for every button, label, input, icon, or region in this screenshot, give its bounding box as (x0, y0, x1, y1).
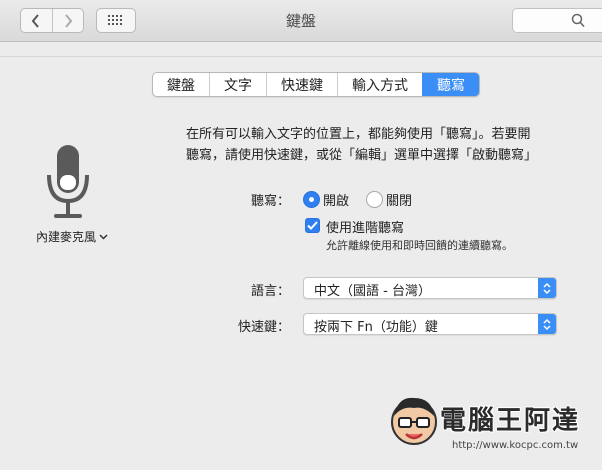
checkmark-icon (307, 221, 318, 230)
language-value: 中文（國語 - 台灣） (314, 284, 431, 299)
mic-source-menu[interactable]: 內建麥克風 (36, 228, 108, 245)
pane-divider (0, 56, 602, 57)
description-line-2: 聽寫，請使用快速鍵，或從「編輯」選單中選擇「啟動聽寫」 (186, 148, 538, 163)
window-toolbar: 鍵盤 (0, 0, 602, 42)
radio-on-label: 開啟 (323, 194, 350, 209)
language-label: 語言： (250, 284, 290, 299)
radio-off-indicator (366, 191, 383, 208)
search-icon (571, 13, 585, 32)
enhanced-dictation-hint: 允許離線使用和即時回饋的連續聽寫。 (326, 239, 513, 252)
watermark-url: http://www.kocpc.com.tw (452, 440, 579, 451)
dictation-description: 在所有可以輸入文字的位置上，都能夠使用「聽寫」。若要開 聽寫，請使用快速鍵，或從… (186, 124, 602, 166)
radio-on[interactable]: 開啟 (303, 190, 349, 209)
watermark-title: 電腦王阿達 (440, 406, 581, 436)
language-select[interactable]: 中文（國語 - 台灣） (303, 277, 557, 299)
tab-shortcuts[interactable]: 快速鍵 (266, 73, 337, 96)
radio-off[interactable]: 關閉 (366, 190, 412, 209)
shortcut-value: 按兩下 Fn（功能）鍵 (314, 320, 438, 335)
site-watermark: 電腦王阿達 http://www.kocpc.com.tw (388, 392, 598, 466)
tab-keyboard[interactable]: 鍵盤 (153, 73, 209, 96)
updown-arrows-icon (538, 314, 556, 334)
radio-on-indicator (303, 191, 320, 208)
microphone-icon (44, 145, 92, 225)
enhanced-dictation-checkbox[interactable] (305, 218, 320, 233)
shortcut-select[interactable]: 按兩下 Fn（功能）鍵 (303, 313, 557, 335)
search-field[interactable] (512, 8, 602, 33)
radio-off-label: 關閉 (386, 194, 413, 209)
enhanced-dictation-label: 使用進階聽寫 (326, 221, 405, 236)
tab-bar: 鍵盤 文字 快速鍵 輸入方式 聽寫 (152, 72, 480, 97)
chevron-down-icon (99, 233, 108, 240)
dictation-label: 聽寫： (250, 194, 290, 209)
tab-input-sources[interactable]: 輸入方式 (337, 73, 422, 96)
mascot-logo (391, 397, 437, 445)
updown-arrows-icon (538, 278, 556, 298)
description-line-1: 在所有可以輸入文字的位置上，都能夠使用「聽寫」。若要開 (186, 127, 531, 142)
tab-text[interactable]: 文字 (209, 73, 266, 96)
mic-source-label: 內建麥克風 (36, 230, 97, 244)
tab-dictation[interactable]: 聽寫 (422, 73, 479, 96)
shortcut-label: 快速鍵： (237, 320, 290, 335)
